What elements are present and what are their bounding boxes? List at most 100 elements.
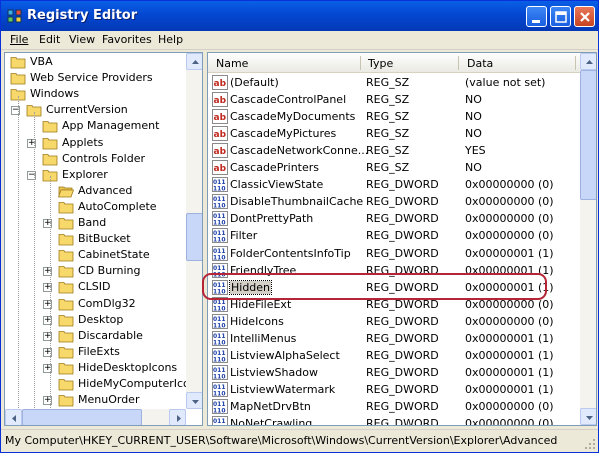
list-row[interactable]: ab CascadePrinters REG_SZ NO <box>208 159 580 176</box>
resize-grip-icon[interactable] <box>584 438 596 450</box>
menu-favorites[interactable]: Favorites <box>102 33 152 46</box>
tree-item-label: Desktop <box>78 312 124 326</box>
tree-connector-line <box>50 176 51 425</box>
tree-scroll-up-button[interactable] <box>186 53 202 70</box>
menu-help[interactable]: Help <box>158 33 183 46</box>
list-row[interactable]: 011 110 ListviewAlphaSelect REG_DWORD 0x0000… <box>208 347 580 364</box>
menu-view[interactable]: View <box>69 33 95 46</box>
folder-icon <box>58 282 74 294</box>
value-name: ListviewAlphaSelect <box>230 348 340 362</box>
binary-value-icon: 011110 <box>212 330 228 346</box>
tree-scroll-right-button[interactable] <box>169 409 186 425</box>
binary-value-icon: 011110 <box>212 381 228 397</box>
tree-scroll-thumb[interactable] <box>186 213 202 261</box>
tree-item-label: ComDlg32 <box>78 296 136 310</box>
list-scroll-thumb[interactable] <box>580 70 596 200</box>
status-bar: My Computer\HKEY_CURRENT_USER\Software\M… <box>1 429 598 452</box>
value-type: REG_DWORD <box>366 297 439 311</box>
value-name: HideIcons <box>230 314 284 328</box>
folder-icon <box>58 314 74 326</box>
tree-scroll-left-button[interactable] <box>5 409 22 425</box>
values-list-pane[interactable]: Name Type Data ab (Default) REG_SZ (value n… <box>207 52 597 426</box>
tree-item-label: HideMyComputerIco <box>78 377 190 390</box>
svg-text:ab: ab <box>214 96 227 106</box>
tree-item-label: FileExts <box>78 344 120 358</box>
value-data: 0x00000001 (1) <box>465 246 554 260</box>
list-vertical-scrollbar[interactable] <box>580 53 596 425</box>
window-title: Registry Editor <box>27 8 138 23</box>
list-row-selected[interactable]: 011 110 Hidden REG_DWORD 0x00000001 (1) <box>208 279 580 296</box>
folder-icon <box>58 266 74 278</box>
list-row[interactable]: 011 110 ListviewWatermark REG_DWORD 0x000000… <box>208 381 580 398</box>
folder-icon <box>58 298 74 310</box>
menu-edit[interactable]: Edit <box>39 33 60 46</box>
list-row[interactable]: 011 110 FriendlyTree REG_DWORD 0x00000001 (1… <box>208 262 580 279</box>
tree-item-label: App Management <box>62 119 160 133</box>
list-scroll-down-button[interactable] <box>580 408 596 425</box>
tree-item-label: HideDesktopIcons <box>78 360 178 374</box>
string-value-icon: ab <box>212 92 228 108</box>
list-row[interactable]: ab CascadeNetworkConne... REG_SZ YES <box>208 142 580 159</box>
value-data: YES <box>465 144 486 158</box>
value-data: 0x00000000 (0) <box>465 314 554 328</box>
column-header-data[interactable]: Data <box>467 57 493 70</box>
tree-vertical-scrollbar[interactable] <box>186 53 202 409</box>
list-row[interactable]: 011 110 HideFileExt REG_DWORD 0x00000000 (0) <box>208 296 580 313</box>
string-value-icon: ab <box>212 143 228 159</box>
column-header-type[interactable]: Type <box>368 57 393 70</box>
list-row[interactable]: 011 110 HideIcons REG_DWORD 0x00000000 (0) <box>208 313 580 330</box>
string-value-icon: ab <box>212 126 228 142</box>
folder-icon <box>42 153 58 165</box>
value-data: 0x00000001 (1) <box>465 382 554 396</box>
svg-text:110: 110 <box>213 220 226 227</box>
column-divider[interactable] <box>575 56 576 70</box>
list-row[interactable]: 011 110 Filter REG_DWORD 0x00000000 (0) <box>208 227 580 244</box>
value-name: MapNetDrvBtn <box>230 399 311 413</box>
list-row[interactable]: 011 110 NoNetCrawling REG_DWORD 0x00000000 (… <box>208 415 580 425</box>
list-row[interactable]: 011 110 ListviewShadow REG_DWORD 0x00000001 … <box>208 364 580 381</box>
list-row[interactable]: 011 110 DontPrettyPath REG_DWORD 0x00000000 … <box>208 210 580 227</box>
folder-icon <box>58 250 74 262</box>
value-type: REG_DWORD <box>366 280 439 294</box>
list-row[interactable]: 011 110 IntelliMenus REG_DWORD 0x00000001 (1… <box>208 330 580 347</box>
value-data: NO <box>465 127 482 141</box>
list-row[interactable]: 011 110 MapNetDrvBtn REG_DWORD 0x00000000 (0… <box>208 398 580 415</box>
svg-text:ab: ab <box>214 113 227 123</box>
value-type: REG_SZ <box>366 127 410 141</box>
menu-help-label: Help <box>158 33 184 46</box>
value-name: CascadeMyPictures <box>230 127 337 141</box>
tree-item-label: Advanced <box>78 183 133 197</box>
value-name: CascadePrinters <box>230 161 320 175</box>
column-header-name[interactable]: Name <box>216 57 248 70</box>
svg-text:110: 110 <box>213 356 226 363</box>
list-row[interactable]: ab CascadeMyPictures REG_SZ NO <box>208 125 580 142</box>
list-row[interactable]: 011 110 ClassicViewState REG_DWORD 0x0000000… <box>208 176 580 193</box>
column-divider[interactable] <box>360 56 361 70</box>
list-row[interactable]: 011 110 FolderContentsInfoTip REG_DWORD 0x00… <box>208 245 580 262</box>
tree-scroll-down-button[interactable] <box>186 392 202 409</box>
list-row[interactable]: ab CascadeMyDocuments REG_SZ NO <box>208 108 580 125</box>
value-type: REG_SZ <box>366 110 410 124</box>
arrow-down-icon <box>192 400 199 404</box>
column-divider[interactable] <box>458 56 459 70</box>
list-row[interactable]: ab (Default) REG_SZ (value not set) <box>208 74 580 91</box>
maximize-button[interactable] <box>550 6 571 27</box>
binary-value-icon: 011110 <box>212 211 228 227</box>
value-name: DisableThumbnailCache <box>230 195 364 209</box>
close-button[interactable] <box>574 6 595 27</box>
title-bar[interactable]: Registry Editor <box>1 1 598 31</box>
minimize-button[interactable] <box>526 6 547 27</box>
value-name: IntelliMenus <box>230 331 297 345</box>
tree-horizontal-scrollbar[interactable] <box>5 409 186 425</box>
value-type: REG_DWORD <box>366 229 439 243</box>
list-scroll-up-button[interactable] <box>580 53 596 70</box>
tree-item-label: BitBucket <box>78 232 131 246</box>
tree-hscroll-thumb[interactable] <box>22 409 142 425</box>
folder-icon <box>58 395 74 407</box>
key-tree-pane[interactable]: VBAWeb Service ProvidersWindows−CurrentV… <box>4 52 203 426</box>
value-name: FolderContentsInfoTip <box>230 246 351 260</box>
menu-file[interactable]: File <box>10 33 28 46</box>
list-row[interactable]: 011 110 DisableThumbnailCache REG_DWORD 0x00… <box>208 193 580 210</box>
svg-text:110: 110 <box>213 254 226 261</box>
list-row[interactable]: ab CascadeControlPanel REG_SZ NO <box>208 91 580 108</box>
